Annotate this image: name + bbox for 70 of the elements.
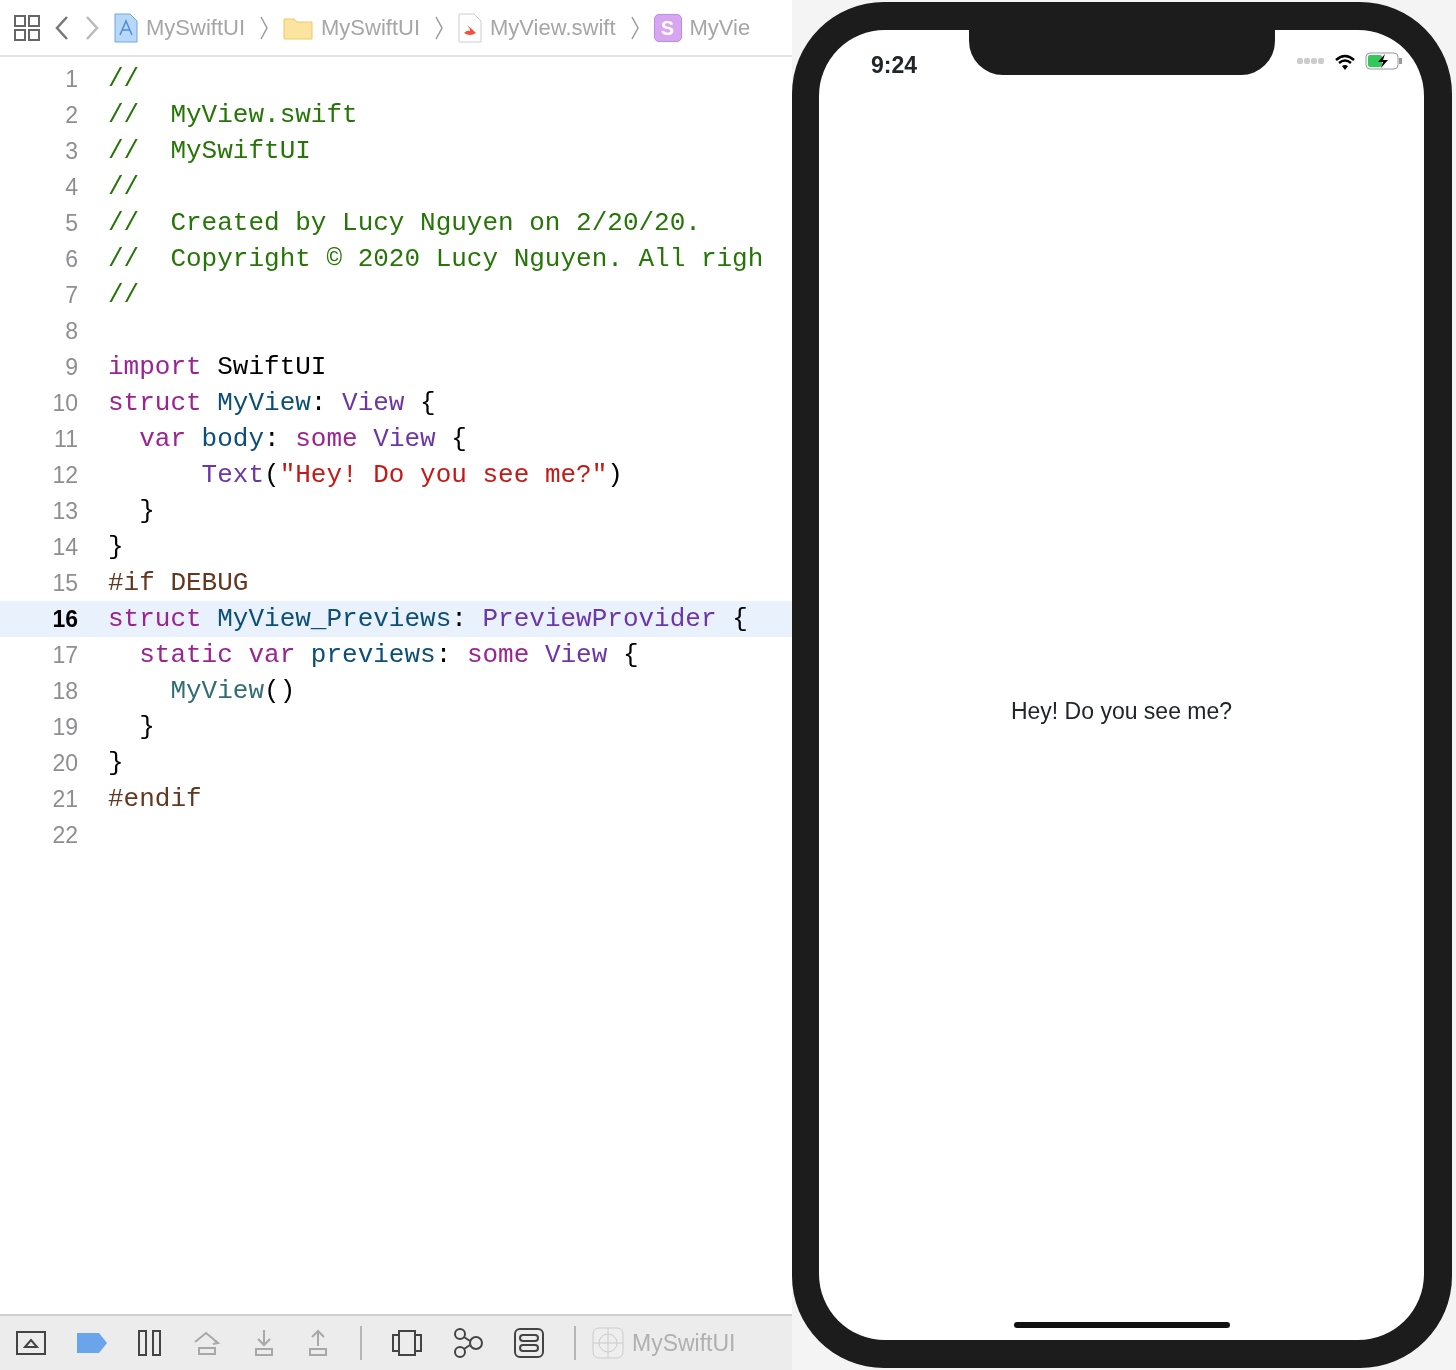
code-line: }	[138, 494, 155, 528]
line-number: 15	[51, 568, 79, 598]
line-number: 3	[64, 136, 79, 166]
toggles-icon[interactable]	[514, 1328, 544, 1358]
line-number: 8	[64, 316, 79, 346]
line-number: 19	[51, 712, 79, 742]
code-line: }	[138, 710, 155, 744]
code-line: import SwiftUI	[107, 350, 327, 384]
line-number: 14	[51, 532, 79, 562]
breadcrumb-item[interactable]: MyView.swift	[458, 11, 616, 44]
battery-charging-icon	[1364, 52, 1403, 70]
status-time: 9:24	[869, 51, 918, 80]
grid-icon[interactable]	[14, 14, 40, 41]
line-number: 2	[64, 100, 79, 130]
code-line: // MyView.swift	[107, 98, 358, 132]
breadcrumb-label: MyView.swift	[490, 14, 616, 42]
code-line: // Copyright © 2020 Lucy Nguyen. All righ	[107, 242, 764, 276]
line-number: 20	[51, 748, 79, 778]
scheme-selector[interactable]: MySwiftUI	[592, 1325, 736, 1361]
breadcrumb-label: MySwiftUI	[146, 14, 245, 42]
code-line: }	[107, 530, 124, 564]
line-number: 13	[51, 496, 79, 526]
chevron-icon	[259, 14, 269, 41]
code-line: // Created by Lucy Nguyen on 2/20/20.	[107, 206, 701, 240]
swift-file-icon	[458, 12, 482, 43]
code-line: }	[107, 746, 124, 780]
breadcrumb-label: MySwiftUI	[321, 14, 420, 42]
scheme-label: MySwiftUI	[632, 1328, 736, 1358]
code-line: #if DEBUG	[107, 566, 249, 600]
code-line: struct MyView_Previews: PreviewProvider {	[107, 602, 748, 636]
code-line: Text("Hey! Do you see me?")	[200, 458, 623, 492]
line-number: 17	[51, 640, 79, 670]
struct-badge: S	[653, 13, 682, 42]
code-line: var body: some View {	[138, 422, 467, 456]
line-number: 10	[51, 388, 79, 418]
line-number: 5	[64, 208, 79, 238]
breadcrumb-item[interactable]: MySwiftUI	[114, 11, 245, 44]
breadcrumb-item[interactable]: S MyVie	[653, 11, 751, 44]
line-number: 22	[51, 820, 79, 850]
line-number: 4	[64, 172, 79, 202]
toggle-panel-icon[interactable]	[16, 1331, 46, 1355]
line-number: 21	[51, 784, 79, 814]
line-number: 1	[64, 64, 79, 94]
code-line: //	[107, 278, 140, 312]
code-line: //	[107, 170, 140, 204]
line-number: 12	[51, 460, 79, 490]
pause-icon[interactable]	[138, 1330, 162, 1356]
chevron-icon	[629, 14, 640, 41]
line-number: 11	[53, 424, 79, 454]
code-line: //	[107, 62, 140, 96]
folder-icon	[283, 15, 313, 40]
code-line: #endif	[107, 782, 202, 816]
code-line: // MySwiftUI	[107, 134, 311, 168]
code-line: MyView()	[169, 674, 296, 708]
signal-icon	[1296, 58, 1325, 64]
line-number: 16	[51, 604, 79, 634]
chevron-icon	[434, 14, 444, 41]
code-line: struct MyView: View {	[107, 386, 436, 420]
code-line: static var previews: some View {	[138, 638, 639, 672]
app-icon	[592, 1327, 624, 1359]
line-number: 18	[51, 676, 79, 706]
line-number: 6	[64, 244, 79, 274]
breadcrumb-item[interactable]: MySwiftUI	[283, 11, 420, 44]
breadcrumb-label: MyVie	[689, 14, 751, 42]
view-hierarchy-icon[interactable]	[392, 1330, 422, 1356]
line-number: 9	[64, 352, 79, 382]
line-number: 7	[64, 280, 79, 310]
project-file-icon	[114, 12, 138, 43]
preview-text: Hey! Do you see me?	[1010, 696, 1233, 726]
memory-graph-icon[interactable]	[452, 1328, 484, 1358]
